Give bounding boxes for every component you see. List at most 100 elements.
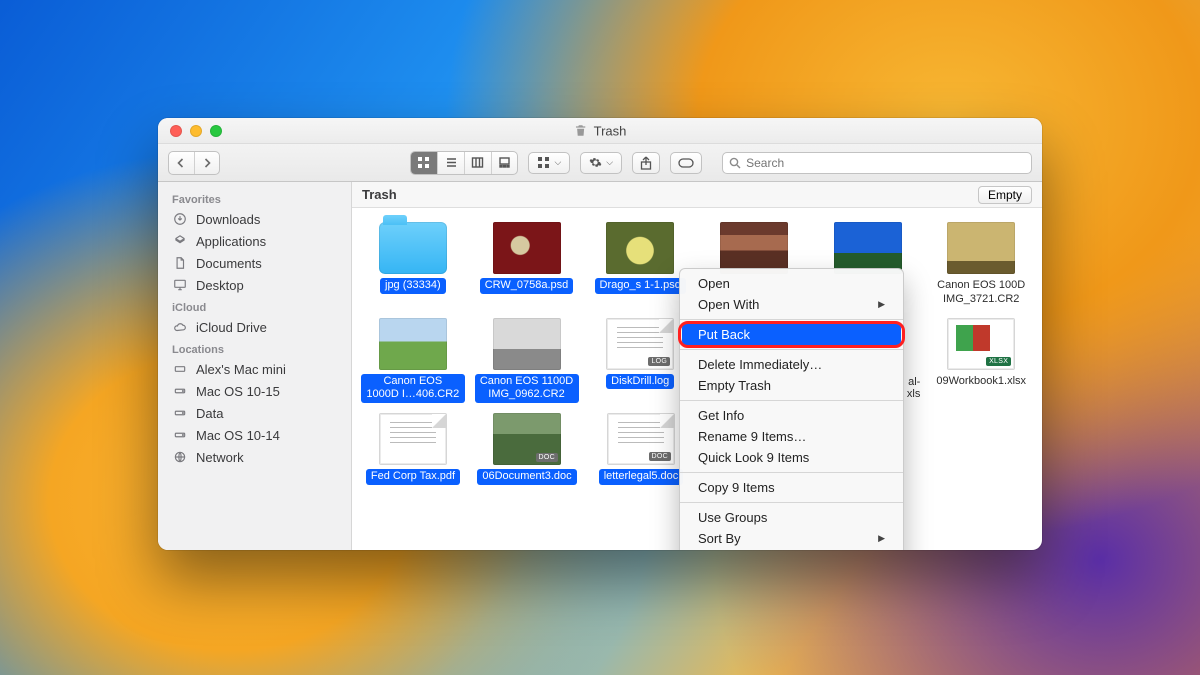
file-item[interactable]: Canon EOS 1100D IMG_0962.CR2	[470, 314, 584, 404]
file-thumbnail	[493, 318, 561, 370]
search-input[interactable]	[746, 156, 1025, 170]
sidebar-item-disk-data[interactable]: Data	[158, 402, 351, 424]
file-item[interactable]: DOC 06Document3.doc	[470, 409, 584, 485]
ctx-separator	[680, 472, 903, 473]
ctx-open-with[interactable]: Open With	[680, 294, 903, 315]
sidebar-label: Network	[196, 450, 244, 465]
ctx-show-view-options[interactable]: Show View Options	[680, 549, 903, 550]
close-button[interactable]	[170, 125, 182, 137]
sidebar-item-downloads[interactable]: Downloads	[158, 208, 351, 230]
ctx-copy[interactable]: Copy 9 Items	[680, 477, 903, 498]
file-thumbnail	[493, 222, 561, 274]
share-button[interactable]	[632, 152, 660, 174]
file-type-tag: DOC	[649, 452, 671, 461]
file-name: Drago_s 1-1.psd	[595, 278, 686, 294]
ctx-quick-look[interactable]: Quick Look 9 Items	[680, 447, 903, 468]
sidebar-header-icloud: iCloud	[158, 296, 351, 316]
sidebar-header-favorites: Favorites	[158, 188, 351, 208]
ctx-rename[interactable]: Rename 9 Items…	[680, 426, 903, 447]
minimize-button[interactable]	[190, 125, 202, 137]
cloud-icon	[172, 319, 188, 335]
file-item[interactable]: XLSX 09Workbook1.xlsx	[924, 314, 1038, 404]
file-thumbnail	[947, 222, 1015, 274]
file-thumbnail	[834, 222, 902, 274]
disk-icon	[172, 405, 188, 421]
empty-trash-button[interactable]: Empty	[978, 186, 1032, 204]
sidebar-label: Documents	[196, 256, 262, 271]
share-icon	[640, 156, 652, 170]
file-thumbnail	[379, 318, 447, 370]
sidebar-item-disk-1014[interactable]: Mac OS 10-14	[158, 424, 351, 446]
ctx-empty-trash[interactable]: Empty Trash	[680, 375, 903, 396]
ctx-get-info[interactable]: Get Info	[680, 405, 903, 426]
file-item[interactable]: Fed Corp Tax.pdf	[356, 409, 470, 485]
file-name: Fed Corp Tax.pdf	[366, 469, 460, 485]
file-item[interactable]: Canon EOS 100D IMG_3721.CR2	[924, 218, 1038, 308]
file-item[interactable]: Canon EOS 1000D I…406.CR2	[356, 314, 470, 404]
back-button[interactable]	[169, 152, 194, 174]
ctx-separator	[680, 349, 903, 350]
apps-icon	[172, 233, 188, 249]
column-view-button[interactable]	[464, 152, 491, 174]
desktop-icon	[172, 277, 188, 293]
ctx-use-groups[interactable]: Use Groups	[680, 507, 903, 528]
action-button[interactable]: ⌵	[580, 152, 622, 174]
sidebar-item-icloud-drive[interactable]: iCloud Drive	[158, 316, 351, 338]
file-name: 06Document3.doc	[477, 469, 576, 485]
file-item[interactable]: CRW_0758a.psd	[470, 218, 584, 308]
file-name: CRW_0758a.psd	[480, 278, 574, 294]
gear-icon	[589, 156, 602, 169]
file-thumbnail: DOC	[493, 413, 561, 465]
search-field[interactable]	[722, 152, 1032, 174]
ctx-delete-immediately[interactable]: Delete Immediately…	[680, 354, 903, 375]
file-name: 09Workbook1.xlsx	[931, 374, 1031, 390]
forward-button[interactable]	[194, 152, 219, 174]
machine-icon	[172, 361, 188, 377]
ctx-sort-by[interactable]: Sort By	[680, 528, 903, 549]
file-name: Canon EOS 1100D IMG_0962.CR2	[475, 374, 579, 404]
sidebar-item-documents[interactable]: Documents	[158, 252, 351, 274]
nav-buttons	[168, 151, 220, 175]
ctx-put-back[interactable]: Put Back	[682, 324, 901, 345]
icon-view-button[interactable]	[411, 152, 438, 174]
sidebar-label: Data	[196, 406, 223, 421]
finder-window: Trash ⌵ ⌵	[158, 118, 1042, 550]
ctx-separator	[680, 502, 903, 503]
window-title-text: Trash	[594, 123, 627, 138]
sidebar-item-applications[interactable]: Applications	[158, 230, 351, 252]
globe-icon	[172, 449, 188, 465]
ctx-open[interactable]: Open	[680, 273, 903, 294]
sidebar-item-desktop[interactable]: Desktop	[158, 274, 351, 296]
context-menu: Open Open With Put Back Delete Immediate…	[679, 268, 904, 550]
file-thumbnail	[720, 222, 788, 274]
sidebar: Favorites Downloads Applications Documen…	[158, 182, 352, 550]
location-path: Trash	[362, 187, 397, 202]
sidebar-header-locations: Locations	[158, 338, 351, 358]
file-type-tag: DOC	[536, 453, 558, 462]
sidebar-label: Mac OS 10-14	[196, 428, 280, 443]
gallery-view-button[interactable]	[491, 152, 518, 174]
sidebar-item-disk-1015[interactable]: Mac OS 10-15	[158, 380, 351, 402]
window-title: Trash	[574, 123, 627, 138]
ctx-separator	[680, 400, 903, 401]
documents-icon	[172, 255, 188, 271]
disk-icon	[172, 427, 188, 443]
tag-icon	[678, 157, 694, 169]
folder-icon	[379, 222, 447, 274]
sidebar-label: Mac OS 10-15	[196, 384, 280, 399]
sidebar-item-network[interactable]: Network	[158, 446, 351, 468]
file-item[interactable]: jpg (33334)	[356, 218, 470, 308]
file-name: jpg (33334)	[380, 278, 446, 294]
list-view-button[interactable]	[437, 152, 464, 174]
traffic-lights	[158, 125, 222, 137]
group-by-button[interactable]: ⌵	[528, 152, 570, 174]
file-name: Canon EOS 1000D I…406.CR2	[361, 374, 465, 404]
titlebar[interactable]: Trash	[158, 118, 1042, 144]
tags-button[interactable]	[670, 152, 702, 174]
file-name: letterlegal5.doc	[599, 469, 684, 485]
chevron-down-icon: ⌵	[554, 157, 561, 168]
file-thumbnail: DOC	[607, 413, 675, 465]
zoom-button[interactable]	[210, 125, 222, 137]
sidebar-label: Desktop	[196, 278, 244, 293]
sidebar-item-macmini[interactable]: Alex's Mac mini	[158, 358, 351, 380]
